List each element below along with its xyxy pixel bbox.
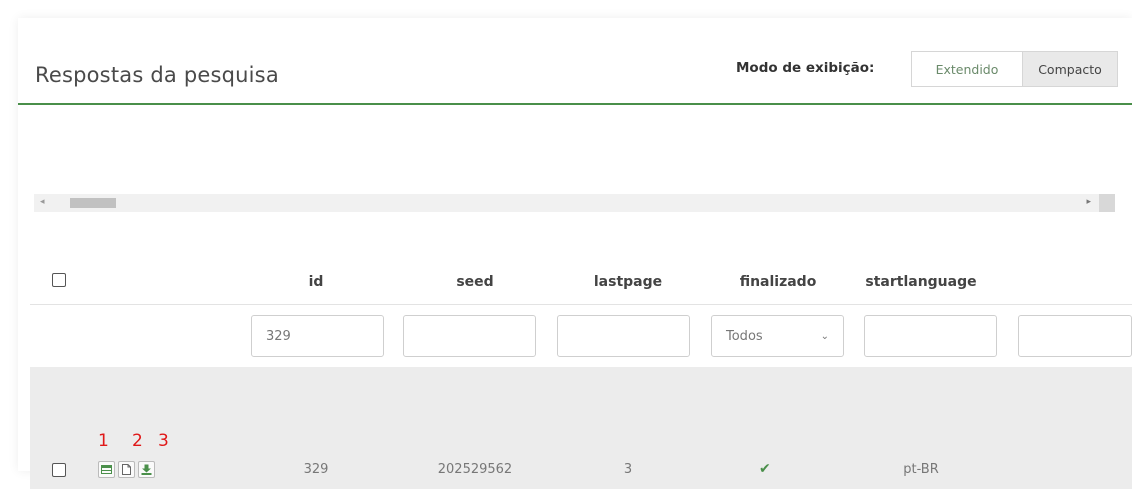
scrollbar-end-cap (1099, 194, 1115, 212)
cell-id: 329 (303, 462, 329, 477)
filter-seed-input[interactable] (403, 315, 536, 357)
scrollbar-thumb[interactable] (70, 198, 116, 208)
filter-startlanguage-input[interactable] (864, 315, 997, 357)
select-all-checkbox[interactable] (52, 273, 66, 287)
column-header-seed[interactable]: seed (445, 274, 505, 290)
filter-finalizado-value: Todos (726, 328, 763, 344)
view-mode-compact-button[interactable]: Compacto (1022, 51, 1118, 87)
row-select-checkbox[interactable] (52, 463, 66, 477)
header-rule (30, 304, 1132, 305)
scroll-right-arrow-icon[interactable]: ▸ (1086, 197, 1091, 207)
responses-panel: Respostas da pesquisa Modo de exibição: … (18, 18, 1132, 489)
column-header-startlanguage[interactable]: startlanguage (856, 274, 986, 290)
document-icon[interactable] (118, 461, 135, 478)
column-header-finalizado[interactable]: finalizado (723, 274, 833, 290)
header-divider (18, 103, 1132, 105)
cell-seed: 202529562 (437, 462, 513, 477)
view-mode-label: Modo de exibição: (736, 60, 875, 76)
scroll-left-arrow-icon[interactable]: ◂ (40, 197, 45, 207)
column-header-lastpage[interactable]: lastpage (583, 274, 673, 290)
download-icon[interactable] (138, 461, 155, 478)
view-table-icon[interactable] (98, 461, 115, 478)
filter-lastpage-input[interactable] (557, 315, 690, 357)
chevron-down-icon: ⌄ (820, 330, 829, 342)
annotation-number-3: 3 (158, 431, 169, 451)
view-mode-extended-button[interactable]: Extendido (911, 51, 1023, 87)
cell-startlanguage: pt-BR (903, 462, 939, 477)
page-title: Respostas da pesquisa (35, 63, 279, 87)
filter-id-input[interactable] (251, 315, 384, 357)
filter-next-column-input[interactable] (1018, 315, 1132, 357)
check-icon: ✔ (759, 461, 771, 477)
horizontal-scrollbar[interactable]: ◂ ▸ (34, 194, 1115, 212)
cell-lastpage: 3 (623, 462, 633, 477)
annotation-number-2: 2 (132, 431, 143, 451)
annotation-number-1: 1 (98, 431, 109, 451)
filter-finalizado-select[interactable]: Todos ⌄ (711, 315, 844, 357)
column-header-id[interactable]: id (301, 274, 331, 290)
